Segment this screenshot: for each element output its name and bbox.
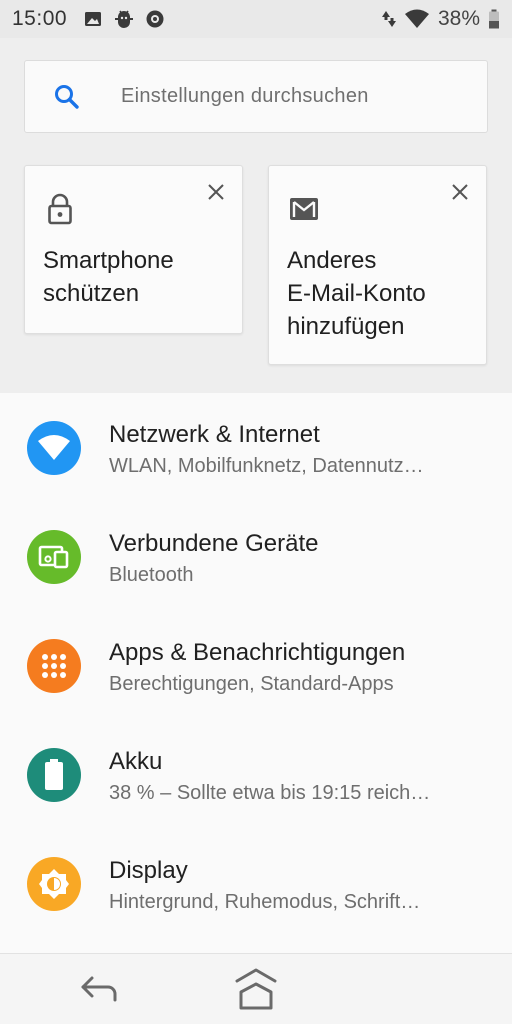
item-summary: Hintergrund, Ruhemodus, Schrift… — [109, 891, 421, 913]
settings-item-battery[interactable]: Akku 38 % – Sollte etwa bis 19:15 reich… — [0, 720, 512, 829]
item-summary: Berechtigungen, Standard-Apps — [109, 673, 394, 695]
search-bar[interactable]: Einstellungen durchsuchen — [24, 60, 488, 133]
status-right: 38% — [381, 7, 500, 31]
item-summary: Bluetooth — [109, 564, 194, 586]
close-icon[interactable] — [448, 180, 472, 204]
android-debug-icon — [115, 10, 134, 28]
settings-list: Netzwerk & Internet WLAN, Mobilfunknetz,… — [0, 393, 512, 953]
item-title: Display — [109, 857, 188, 884]
navigation-bar — [0, 953, 512, 1024]
item-title: Apps & Benachrichtigungen — [109, 639, 406, 666]
suggestion-card-secure-phone[interactable]: Smartphone schützen — [24, 165, 243, 334]
image-icon — [85, 12, 102, 26]
search-placeholder: Einstellungen durchsuchen — [121, 85, 369, 107]
suggestion-title: Smartphone schützen — [43, 247, 174, 307]
home-icon[interactable] — [233, 966, 279, 1012]
item-title: Netzwerk & Internet — [109, 421, 320, 448]
suggestion-title: Anderes E-Mail-Konto hinzufügen — [287, 247, 426, 340]
item-summary: WLAN, Mobilfunknetz, Datennutz… — [109, 455, 424, 477]
brightness-icon — [27, 857, 81, 911]
apps-grid-icon — [27, 639, 81, 693]
settings-item-connected-devices[interactable]: Verbundene Geräte Bluetooth — [0, 502, 512, 611]
data-transfer-icon — [381, 11, 396, 27]
close-icon[interactable] — [204, 180, 228, 204]
wifi-icon — [27, 421, 81, 475]
record-icon — [146, 10, 164, 28]
notification-icons — [83, 8, 165, 30]
settings-item-apps[interactable]: Apps & Benachrichtigungen Berechtigungen… — [0, 611, 512, 720]
item-title: Verbundene Geräte — [109, 530, 319, 557]
back-arrow-icon[interactable] — [78, 972, 120, 1006]
item-summary: 38 % – Sollte etwa bis 19:15 reich… — [109, 782, 431, 804]
gmail-icon — [290, 198, 318, 220]
battery-icon — [489, 9, 499, 29]
devices-icon — [27, 530, 81, 584]
status-bar: 15:00 38% — [0, 0, 512, 38]
battery-icon — [27, 748, 81, 802]
lock-icon — [48, 193, 72, 225]
status-time: 15:00 — [12, 7, 68, 30]
battery-percent: 38% — [437, 7, 480, 30]
settings-item-display[interactable]: Display Hintergrund, Ruhemodus, Schrift… — [0, 829, 512, 938]
settings-screen: 15:00 38% Einstellungen durchsuchen Smar… — [0, 0, 512, 1024]
item-title: Akku — [109, 748, 163, 775]
search-icon — [55, 84, 79, 109]
wifi-icon — [404, 9, 429, 28]
settings-item-network[interactable]: Netzwerk & Internet WLAN, Mobilfunknetz,… — [0, 393, 512, 502]
suggestion-card-add-email[interactable]: Anderes E-Mail-Konto hinzufügen — [268, 165, 487, 365]
